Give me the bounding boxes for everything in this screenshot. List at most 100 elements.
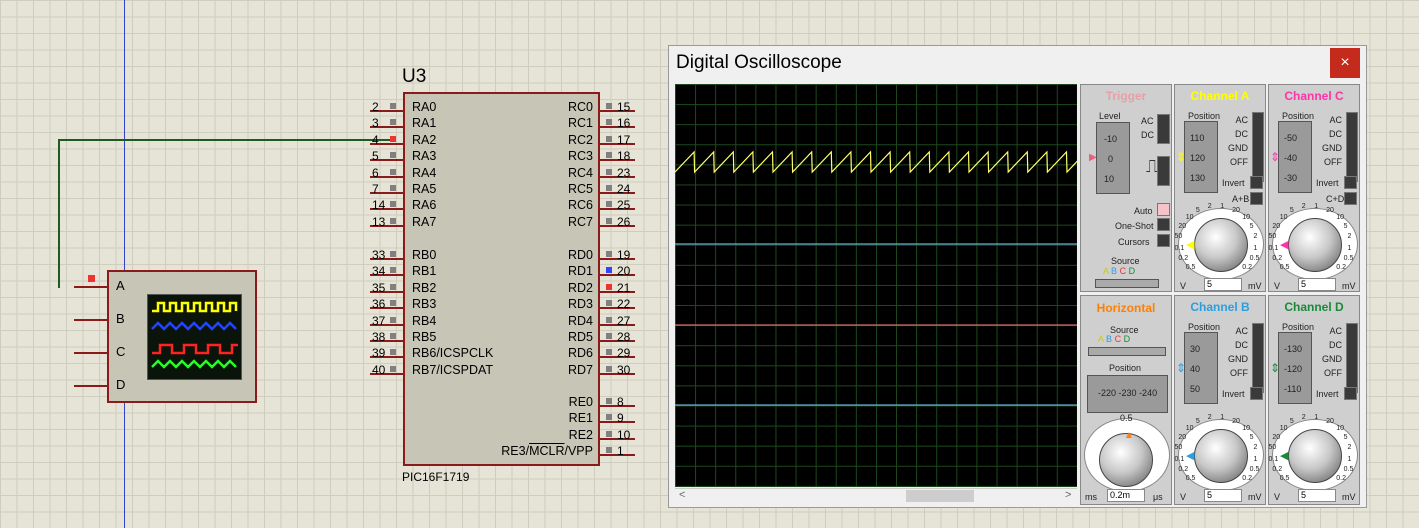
pin-state-indicator [390,217,396,224]
trigger-source-label: Source [1111,256,1140,266]
pin-label: RD1 [567,264,593,279]
pin-number: 33 [372,248,386,262]
voltage-dial-tick: 2 [1301,414,1306,422]
trigger-edge-switch[interactable] [1157,156,1170,186]
scroll-right-arrow[interactable]: > [1065,489,1071,501]
trigger-coupling-switch[interactable] [1157,114,1170,144]
voltage-dial-tick: 5 [1249,222,1254,230]
coupling-label: OFF [1230,157,1248,167]
voltage-knob[interactable] [1288,429,1342,483]
oneshot-button[interactable] [1157,218,1170,231]
close-button[interactable]: × [1330,48,1360,78]
scope-input-stub[interactable] [74,286,107,288]
pin-state-indicator [390,300,396,307]
trigger-level-arrow-icon: ▶ [1089,152,1097,163]
pin-number: 18 [617,149,631,164]
timebase-value[interactable]: 0.2m [1107,489,1145,502]
coupling-switch[interactable] [1346,323,1358,393]
voltage-dial-tick: 0.2 [1178,255,1189,263]
pin-number: 34 [372,264,386,279]
chip-reference[interactable]: U3 [402,66,426,88]
voltage-knob[interactable] [1288,218,1342,272]
voltage-knob[interactable] [1194,218,1248,272]
pic-chip-body[interactable] [403,92,600,466]
voltage-dial-tick: 1 [1314,414,1319,422]
scroll-left-arrow[interactable]: < [679,489,685,501]
voltage-dial-tick: 0.5 [1249,466,1260,474]
coupling-label: AC [1329,115,1342,125]
scope-display[interactable] [674,84,1088,487]
scroll-thumb[interactable] [906,490,974,502]
trigger-level-tick: 0 [1108,154,1114,164]
pin-label: RA5 [412,182,437,196]
voltage-dial-tick: 5 [1343,222,1348,230]
voltage-dial-tick: 0.5 [1279,264,1290,272]
invert-button[interactable] [1344,176,1357,189]
voltage-unit-right: mV [1342,281,1356,291]
pin-number: 20 [617,264,631,279]
pin-state-indicator [606,251,612,257]
voltage-value[interactable]: 5 [1298,489,1336,502]
channel-position-label: Position [1282,111,1315,121]
pin-state-indicator [606,349,612,356]
voltage-value[interactable]: 5 [1204,489,1242,502]
channel-title: Channel A [1190,89,1250,103]
voltage-dial-tick: 0.2 [1242,475,1253,483]
channel-position-label: Position [1188,322,1221,332]
pin-number: 35 [372,280,386,295]
pin-number: 30 [617,362,631,377]
pin-label: RE3/MCLR/VPP [501,444,593,459]
coupling-switch[interactable] [1252,323,1264,393]
pin-label: RA6 [412,198,437,213]
voltage-dial-tick: 1 [1347,455,1352,463]
pin-label: RA0 [412,100,437,114]
voltage-value[interactable]: 5 [1298,278,1336,291]
channel-position-label: Position [1188,111,1221,121]
combine-label: A+B [1232,194,1250,204]
voltage-dial-tick: 0.1 [1268,244,1279,252]
trigger-source-slider[interactable] [1095,279,1159,288]
trigger-level-label: Level [1099,111,1121,121]
scope-input-stub[interactable] [74,352,107,354]
cursors-button[interactable] [1157,234,1170,247]
pin-number: 26 [617,214,631,229]
invert-button[interactable] [1344,387,1357,400]
horizontal-source-slider[interactable] [1088,347,1166,356]
pin-state-indicator [606,119,612,126]
pin-label: RB1 [412,264,437,279]
combine-button[interactable] [1250,192,1263,205]
pin-state-indicator [606,316,612,323]
invert-button[interactable] [1250,176,1263,189]
timebase-unit-left: ms [1085,492,1097,502]
combine-button[interactable] [1344,192,1357,205]
timebase-knob[interactable] [1099,433,1153,487]
window-title: Digital Oscilloscope [676,52,842,73]
trigger-dc-label: DC [1141,130,1154,140]
pin-label: RC5 [567,182,593,196]
pin-state-indicator [390,135,396,142]
voltage-dial-tick: 0.5 [1185,475,1196,483]
coupling-switch[interactable] [1252,112,1264,182]
auto-button[interactable] [1157,203,1170,216]
scope-input-stub[interactable] [74,385,107,387]
pin-number: 27 [617,313,631,328]
voltage-dial-tick: 0.1 [1174,455,1185,463]
pin-label: RB0 [412,248,437,262]
voltage-dial-tick: 1 [1253,244,1258,252]
pin-state-indicator [390,283,396,290]
voltage-knob[interactable] [1194,429,1248,483]
invert-button[interactable] [1250,387,1263,400]
coupling-switch[interactable] [1346,112,1358,182]
wire-ra2[interactable] [58,139,394,141]
voltage-dial-tick: 2 [1347,233,1352,241]
scope-input-stub[interactable] [74,319,107,321]
voltage-dial-tick: 0.2 [1336,475,1347,483]
pin-number: 25 [617,198,631,213]
wire-scope-a[interactable] [58,139,60,288]
coupling-label: GND [1228,143,1248,153]
cursors-label: Cursors [1118,237,1150,247]
channel-position-tick: -130 [1284,344,1303,354]
pin-state-indicator [606,267,612,274]
voltage-value[interactable]: 5 [1204,278,1242,291]
horizontal-scrollbar[interactable] [675,488,1077,505]
